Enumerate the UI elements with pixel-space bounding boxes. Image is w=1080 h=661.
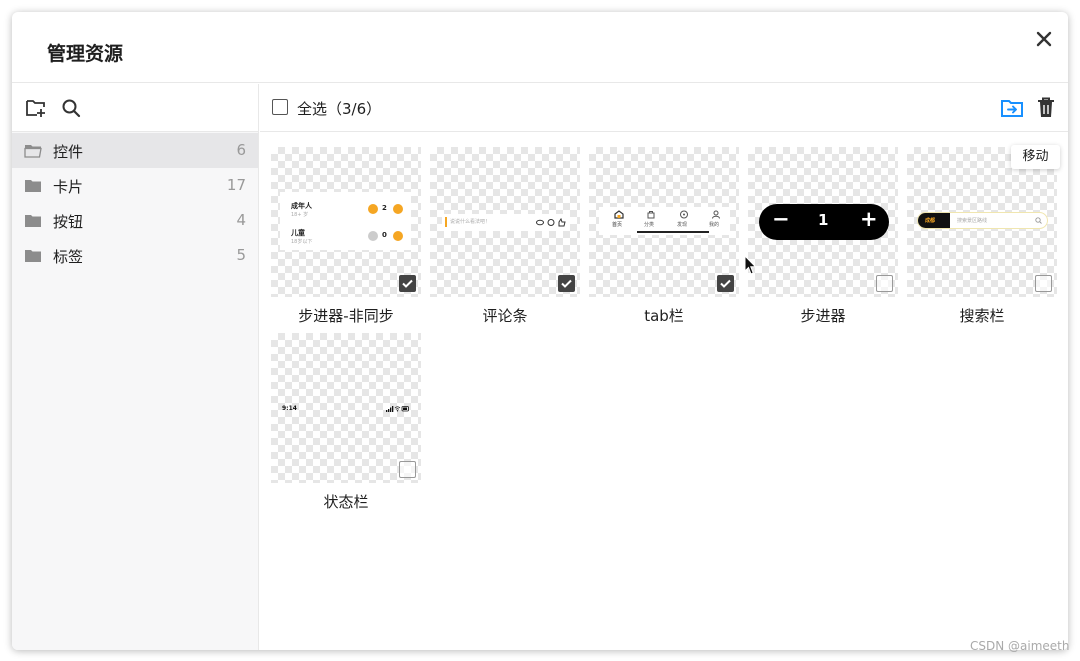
signal-wifi-battery-icon — [386, 406, 409, 412]
plus-icon: + — [860, 207, 878, 231]
preview-text: 搜索景区路线 — [957, 218, 988, 224]
asset-thumbnail[interactable]: 说说什么看法吧！ — [430, 147, 580, 297]
mouse-cursor-icon — [744, 255, 757, 275]
folder-item[interactable]: 按钮 4 — [12, 203, 258, 238]
folder-count: 5 — [236, 246, 246, 264]
comment-actions-icon — [536, 218, 566, 227]
preview-text: 0 — [382, 231, 387, 239]
tab-indicator — [637, 231, 709, 233]
asset-thumbnail[interactable]: 成年人 18+ 岁 2 儿童 18岁以下 0 — [271, 147, 421, 297]
sidebar: 控件 6 卡片 17 按钮 4 标签 5 — [12, 84, 259, 650]
asset-label: 状态栏 — [323, 493, 369, 511]
folder-name: 标签 — [53, 248, 84, 266]
folder-item[interactable]: 控件 6 — [12, 133, 258, 168]
preview-text: 2 — [382, 204, 387, 212]
asset-panel: 全选（3/6） 移动 成年人 18+ 岁 2 儿童 18岁以下 0 步进器-非同… — [260, 84, 1068, 650]
modal-title: 管理资源 — [47, 43, 124, 65]
folder-count: 4 — [236, 211, 246, 229]
sidebar-toolbar — [12, 84, 258, 132]
move-to-folder-icon[interactable] — [1000, 96, 1024, 120]
asset-label: 步进器 — [800, 307, 846, 325]
move-tooltip: 移动 — [1011, 145, 1060, 169]
folder-count: 6 — [236, 141, 246, 159]
plus-dot-icon — [393, 204, 403, 214]
preview-text: 成都 — [925, 218, 936, 224]
search-bar-preview: 成都 搜索景区路线 — [917, 212, 1048, 229]
folder-item[interactable]: 标签 5 — [12, 238, 258, 273]
minus-icon: − — [772, 207, 790, 231]
folder-icon — [25, 180, 41, 192]
minus-dot-icon — [368, 231, 378, 241]
preview-text: 18岁以下 — [291, 239, 313, 245]
asset-checkbox[interactable] — [399, 275, 416, 292]
folder-name: 按钮 — [53, 213, 84, 231]
new-folder-icon[interactable] — [24, 96, 48, 120]
folder-name: 控件 — [53, 143, 84, 161]
folder-count: 17 — [226, 176, 246, 194]
preview-text: 说说什么看法吧！ — [450, 219, 491, 225]
asset-label: 搜索栏 — [959, 307, 1005, 325]
stepper-preview: − 1 + — [759, 204, 889, 240]
stepper-async-preview: 成年人 18+ 岁 2 儿童 18岁以下 0 — [280, 192, 411, 250]
folder-list: 控件 6 卡片 17 按钮 4 标签 5 — [12, 133, 258, 273]
trash-icon[interactable] — [1035, 96, 1057, 120]
accent-bar — [445, 217, 447, 227]
asset-toolbar: 全选（3/6） — [260, 84, 1068, 132]
plus-dot-icon — [393, 231, 403, 241]
folder-icon — [25, 250, 41, 262]
tabbar-preview: 首页 分类 发现 我的 — [599, 207, 730, 235]
asset-thumbnail[interactable]: 成都 搜索景区路线 — [907, 147, 1057, 297]
asset-checkbox[interactable] — [717, 275, 734, 292]
select-all-checkbox[interactable] — [272, 99, 288, 115]
asset-checkbox[interactable] — [558, 275, 575, 292]
asset-checkbox[interactable] — [399, 461, 416, 478]
asset-thumbnail[interactable]: − 1 + — [748, 147, 898, 297]
search-icon — [1035, 217, 1042, 224]
preview-text: 发现 — [677, 222, 688, 228]
preview-text: 成年人 — [291, 202, 312, 210]
asset-thumbnail[interactable]: 首页 分类 发现 我的 — [589, 147, 739, 297]
modal-header: 管理资源 — [12, 12, 1068, 83]
bag-icon — [647, 211, 655, 219]
folder-open-icon — [24, 145, 42, 158]
asset-checkbox[interactable] — [876, 275, 893, 292]
close-icon[interactable] — [1033, 28, 1055, 50]
preview-text: 我的 — [709, 222, 720, 228]
search-icon[interactable] — [59, 96, 83, 120]
preview-text: 分类 — [644, 222, 655, 228]
preview-text: 18+ 岁 — [291, 212, 309, 218]
manage-resources-modal: 管理资源 控件 6 卡片 17 按钮 4 标签 5 全选（3/6） 移动 成年人… — [12, 12, 1068, 650]
compass-icon — [680, 210, 688, 219]
select-all-label[interactable]: 全选（3/6） — [297, 98, 381, 119]
minus-dot-icon — [368, 204, 378, 214]
folder-item[interactable]: 卡片 17 — [12, 168, 258, 203]
folder-icon — [25, 215, 41, 227]
stepper-value: 1 — [818, 211, 829, 229]
asset-label: 步进器-非同步 — [298, 307, 394, 325]
asset-label: 评论条 — [482, 307, 528, 325]
preview-text: 儿童 — [291, 229, 305, 237]
status-time: 9:14 — [282, 405, 297, 412]
comment-bar-preview: 说说什么看法吧！ — [442, 214, 570, 231]
user-icon — [712, 210, 720, 219]
watermark: CSDN @aimeeth — [970, 639, 1070, 653]
folder-name: 卡片 — [53, 178, 84, 196]
home-icon — [614, 210, 624, 219]
asset-label: tab栏 — [644, 307, 684, 325]
asset-checkbox[interactable] — [1035, 275, 1052, 292]
asset-thumbnail[interactable]: 9:14 — [271, 333, 421, 483]
preview-text: 首页 — [612, 222, 623, 228]
